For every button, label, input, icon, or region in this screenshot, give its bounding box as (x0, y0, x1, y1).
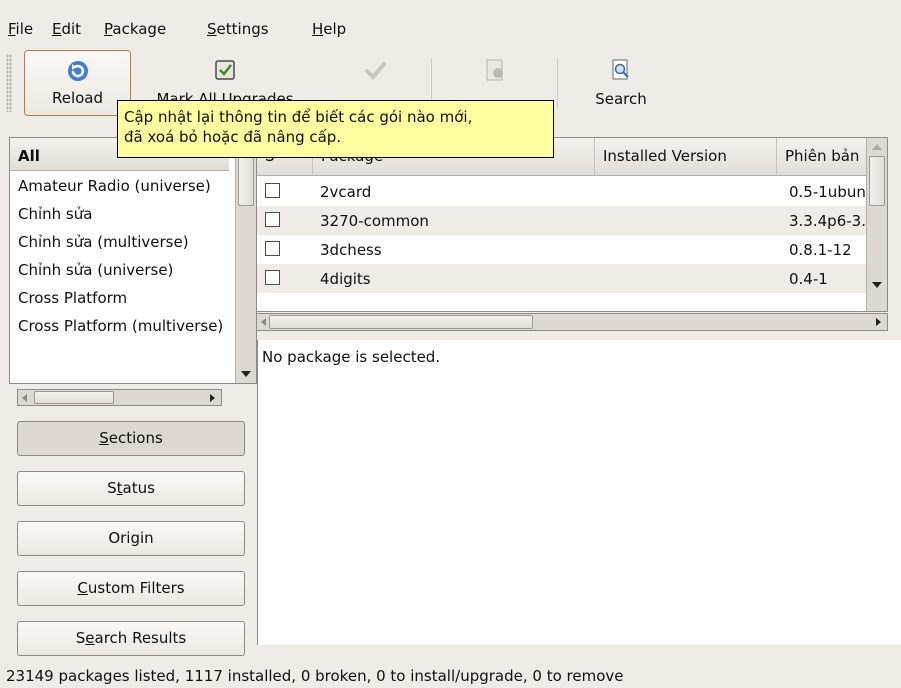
section-item[interactable]: Chỉnh sửa (multiverse) (10, 228, 229, 255)
reload-label: Reload (51, 89, 104, 107)
menu-package[interactable]: Package (104, 20, 166, 38)
scroll-thumb[interactable] (869, 156, 885, 206)
section-list[interactable]: All Amateur Radio (universe) Chỉnh sửa C… (9, 137, 257, 384)
scroll-right-icon[interactable] (876, 318, 881, 326)
sections-button[interactable]: Sections (17, 421, 245, 456)
details-text: No package is selected. (262, 348, 441, 366)
section-item[interactable]: Chỉnh sửa (universe) (10, 256, 229, 283)
search-label: Search (595, 90, 647, 108)
menu-settings[interactable]: Settings (207, 20, 269, 38)
package-list[interactable]: S Package Installed Version Phiên bản 2v… (256, 137, 888, 312)
package-checkbox[interactable] (265, 212, 280, 227)
reload-tooltip: Cập nhật lại thông tin để biết các gói n… (117, 100, 554, 158)
pane-divider[interactable] (249, 137, 256, 647)
package-name: 2vcard (320, 183, 372, 201)
menu-file[interactable]: File (8, 20, 33, 38)
package-checkbox[interactable] (265, 270, 280, 285)
table-row[interactable]: 2vcard 0.5-1ubuntu (257, 177, 869, 206)
mark-upgrades-icon (213, 58, 237, 86)
column-latest-version-header[interactable]: Phiên bản (777, 138, 869, 176)
status-bar: 23149 packages listed, 1117 installed, 0… (0, 664, 901, 688)
reload-button[interactable]: Reload (24, 50, 131, 116)
section-item[interactable]: Cross Platform (multiverse) (10, 312, 229, 339)
package-name: 3dchess (320, 241, 382, 259)
tooltip-line: đã xoá bỏ hoặc đã nâng cấp. (124, 128, 342, 146)
scroll-up-icon[interactable] (872, 144, 882, 150)
table-row[interactable]: 3dchess 0.8.1-12 (257, 235, 869, 264)
package-list-hscrollbar[interactable] (256, 313, 888, 331)
section-item[interactable]: Cross Platform (10, 284, 229, 311)
table-row[interactable]: 4digits 0.4-1 (257, 264, 869, 293)
custom-filters-button[interactable]: Custom Filters (17, 571, 245, 606)
package-name: 4digits (320, 270, 371, 288)
scroll-left-icon[interactable] (261, 318, 266, 326)
status-text: 23149 packages listed, 1117 installed, 0… (6, 667, 624, 685)
section-item[interactable]: Chỉnh sửa (10, 200, 229, 227)
menu-bar: File Edit Package Settings Help (0, 0, 901, 44)
package-latest-version: 0.4-1 (789, 270, 828, 288)
status-button[interactable]: Status (17, 471, 245, 506)
package-checkbox[interactable] (265, 183, 280, 198)
package-details-pane: No package is selected. (257, 340, 901, 645)
toolbar-separator (557, 58, 558, 108)
origin-button[interactable]: Origin (17, 521, 245, 556)
package-list-vscrollbar[interactable] (866, 138, 887, 311)
menu-edit[interactable]: Edit (52, 20, 81, 38)
toolbar-grip[interactable] (6, 54, 12, 112)
package-latest-version: 0.8.1-12 (789, 241, 852, 259)
section-item[interactable]: Amateur Radio (universe) (10, 172, 229, 199)
column-installed-version-header[interactable]: Installed Version (595, 138, 777, 176)
search-results-button[interactable]: Search Results (17, 621, 245, 656)
apply-check-icon (363, 58, 387, 86)
reload-icon (66, 59, 90, 87)
section-list-hscrollbar[interactable] (17, 389, 222, 406)
scroll-down-icon[interactable] (872, 282, 882, 288)
scroll-left-icon[interactable] (22, 394, 27, 402)
scroll-thumb[interactable] (269, 315, 533, 329)
package-name: 3270-common (320, 212, 429, 230)
package-latest-version: 0.5-1ubuntu (789, 183, 869, 201)
scroll-right-icon[interactable] (210, 394, 215, 402)
search-icon (609, 58, 633, 86)
menu-help[interactable]: Help (312, 20, 346, 38)
properties-icon (483, 58, 507, 86)
package-latest-version: 3.3.4p6-3.1 (789, 212, 869, 230)
search-button[interactable]: Search (582, 50, 660, 116)
tooltip-line: Cập nhật lại thông tin để biết các gói n… (124, 108, 473, 126)
package-checkbox[interactable] (265, 241, 280, 256)
scroll-thumb[interactable] (34, 391, 114, 404)
table-row[interactable]: 3270-common 3.3.4p6-3.1 (257, 206, 869, 235)
